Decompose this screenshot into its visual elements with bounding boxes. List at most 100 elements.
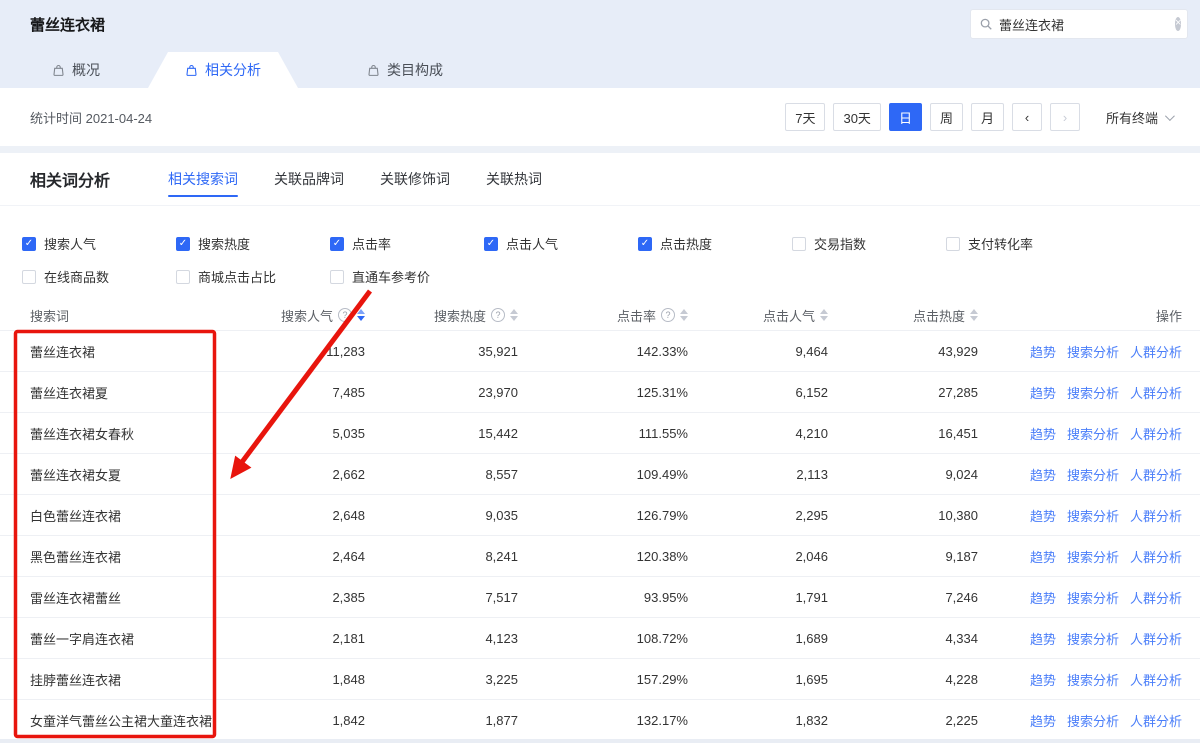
metric-label: 交易指数 xyxy=(814,234,866,253)
checkbox-icon xyxy=(946,237,960,251)
clear-icon[interactable] xyxy=(1175,17,1181,31)
cell-search-popularity: 5,035 xyxy=(280,426,365,441)
sort-icon[interactable] xyxy=(680,309,688,321)
metric-checkbox[interactable]: 点击热度 xyxy=(638,234,792,253)
search-analysis-link[interactable]: 搜索分析 xyxy=(1067,424,1119,443)
cell-search-heat: 4,123 xyxy=(365,631,518,646)
table-row: 白色蕾丝连衣裙 2,648 9,035 126.79% 2,295 10,380… xyxy=(0,494,1200,535)
search-analysis-link[interactable]: 搜索分析 xyxy=(1067,670,1119,689)
trend-link[interactable]: 趋势 xyxy=(1030,670,1056,689)
crowd-analysis-link[interactable]: 人群分析 xyxy=(1130,424,1182,443)
sort-icon[interactable] xyxy=(820,309,828,321)
metric-checkbox[interactable]: 交易指数 xyxy=(792,234,946,253)
search-analysis-link[interactable]: 搜索分析 xyxy=(1067,588,1119,607)
trend-link[interactable]: 趋势 xyxy=(1030,383,1056,402)
top-header: 蕾丝连衣裙 概况 相关分析 类目构成 xyxy=(0,0,1200,88)
metric-checkbox[interactable]: 商城点击占比 xyxy=(176,267,330,286)
col-header-click-popularity: 点击人气 xyxy=(688,306,828,325)
cell-search-heat: 35,921 xyxy=(365,344,518,359)
metric-checkbox[interactable]: 支付转化率 xyxy=(946,234,1100,253)
sort-icon[interactable] xyxy=(357,309,365,321)
search-analysis-link[interactable]: 搜索分析 xyxy=(1067,711,1119,730)
crowd-analysis-link[interactable]: 人群分析 xyxy=(1130,711,1182,730)
cell-actions: 趋势搜索分析人群分析 xyxy=(978,465,1200,484)
cell-click-rate: 126.79% xyxy=(518,508,688,523)
cell-actions: 趋势搜索分析人群分析 xyxy=(978,342,1200,361)
col-header-search-word: 搜索词 xyxy=(0,306,280,325)
metric-label: 直通车参考价 xyxy=(352,267,430,286)
crowd-analysis-link[interactable]: 人群分析 xyxy=(1130,629,1182,648)
crowd-analysis-link[interactable]: 人群分析 xyxy=(1130,342,1182,361)
cell-actions: 趋势搜索分析人群分析 xyxy=(978,711,1200,730)
stat-time-label: 统计时间 xyxy=(30,111,82,126)
terminal-dropdown[interactable]: 所有终端 xyxy=(1106,108,1172,127)
crowd-analysis-link[interactable]: 人群分析 xyxy=(1130,506,1182,525)
top-tab[interactable]: 类目构成 xyxy=(330,52,480,88)
search-analysis-link[interactable]: 搜索分析 xyxy=(1067,465,1119,484)
metric-label: 搜索热度 xyxy=(198,234,250,253)
search-analysis-link[interactable]: 搜索分析 xyxy=(1067,629,1119,648)
cell-search-heat: 8,241 xyxy=(365,549,518,564)
crowd-analysis-link[interactable]: 人群分析 xyxy=(1130,465,1182,484)
crowd-analysis-link[interactable]: 人群分析 xyxy=(1130,670,1182,689)
search-analysis-link[interactable]: 搜索分析 xyxy=(1067,547,1119,566)
next-page-button[interactable]: › xyxy=(1050,103,1080,131)
sort-icon[interactable] xyxy=(510,309,518,321)
metric-checkbox[interactable]: 点击率 xyxy=(330,234,484,253)
metric-checkbox[interactable]: 搜索人气 xyxy=(22,234,176,253)
top-tab[interactable]: 相关分析 xyxy=(148,52,298,88)
sort-icon[interactable] xyxy=(970,309,978,321)
metric-checkbox[interactable]: 在线商品数 xyxy=(22,267,176,286)
search-icon xyxy=(979,17,993,31)
metric-label: 商城点击占比 xyxy=(198,267,276,286)
table-row: 蕾丝连衣裙夏 7,485 23,970 125.31% 6,152 27,285… xyxy=(0,371,1200,412)
shopping-bag-icon xyxy=(367,64,380,77)
search-analysis-link[interactable]: 搜索分析 xyxy=(1067,383,1119,402)
crowd-analysis-link[interactable]: 人群分析 xyxy=(1130,588,1182,607)
metric-checkbox[interactable]: 点击人气 xyxy=(484,234,638,253)
prev-page-button[interactable]: ‹ xyxy=(1012,103,1042,131)
cell-actions: 趋势搜索分析人群分析 xyxy=(978,383,1200,402)
cell-click-heat: 43,929 xyxy=(828,344,978,359)
cell-search-word: 白色蕾丝连衣裙 xyxy=(0,506,280,525)
trend-link[interactable]: 趋势 xyxy=(1030,588,1056,607)
section-tab[interactable]: 关联热词 xyxy=(486,153,542,205)
section-tab[interactable]: 相关搜索词 xyxy=(168,153,238,205)
crowd-analysis-link[interactable]: 人群分析 xyxy=(1130,547,1182,566)
cell-search-word: 蕾丝连衣裙女夏 xyxy=(0,465,280,484)
range-button[interactable]: 周 xyxy=(930,103,963,131)
trend-link[interactable]: 趋势 xyxy=(1030,547,1056,566)
metric-checkbox[interactable]: 直通车参考价 xyxy=(330,267,484,286)
range-button[interactable]: 月 xyxy=(971,103,1004,131)
section-tabs: 相关搜索词关联品牌词关联修饰词关联热词 xyxy=(168,153,542,205)
cell-click-rate: 125.31% xyxy=(518,385,688,400)
cell-click-popularity: 1,832 xyxy=(688,713,828,728)
section-tab[interactable]: 关联品牌词 xyxy=(274,153,344,205)
trend-link[interactable]: 趋势 xyxy=(1030,711,1056,730)
cell-search-popularity: 2,648 xyxy=(280,508,365,523)
search-input[interactable] xyxy=(999,17,1175,32)
cell-click-popularity: 1,689 xyxy=(688,631,828,646)
search-box[interactable] xyxy=(970,9,1188,39)
crowd-analysis-link[interactable]: 人群分析 xyxy=(1130,383,1182,402)
cell-click-rate: 142.33% xyxy=(518,344,688,359)
cell-click-heat: 4,228 xyxy=(828,672,978,687)
checkbox-icon xyxy=(638,237,652,251)
table-row: 蕾丝连衣裙女春秋 5,035 15,442 111.55% 4,210 16,4… xyxy=(0,412,1200,453)
checkbox-icon xyxy=(176,237,190,251)
trend-link[interactable]: 趋势 xyxy=(1030,465,1056,484)
top-tab[interactable]: 概况 xyxy=(30,52,122,88)
trend-link[interactable]: 趋势 xyxy=(1030,506,1056,525)
trend-link[interactable]: 趋势 xyxy=(1030,342,1056,361)
trend-link[interactable]: 趋势 xyxy=(1030,629,1056,648)
metric-checkbox[interactable]: 搜索热度 xyxy=(176,234,330,253)
trend-link[interactable]: 趋势 xyxy=(1030,424,1056,443)
range-button[interactable]: 日 xyxy=(889,103,922,131)
range-button[interactable]: 30天 xyxy=(833,103,880,131)
search-analysis-link[interactable]: 搜索分析 xyxy=(1067,342,1119,361)
section-tab[interactable]: 关联修饰词 xyxy=(380,153,450,205)
cell-click-heat: 9,187 xyxy=(828,549,978,564)
checkbox-icon xyxy=(22,270,36,284)
range-button[interactable]: 7天 xyxy=(785,103,825,131)
search-analysis-link[interactable]: 搜索分析 xyxy=(1067,506,1119,525)
